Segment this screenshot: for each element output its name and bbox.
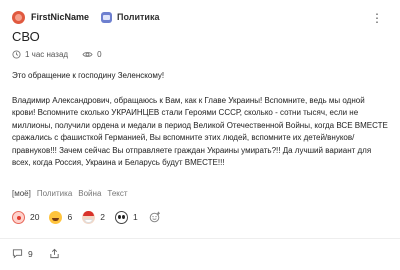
post-card: FirstNicName Политика ⋮ СВО 1 час назад … xyxy=(0,0,400,270)
reaction-count: 20 xyxy=(30,212,40,222)
tag-list: [моё] Политика Война Текст xyxy=(12,189,134,198)
laughing-emoji-icon xyxy=(49,210,63,224)
post-footer: 9 xyxy=(12,248,65,259)
tag-war[interactable]: Война xyxy=(78,189,101,198)
comment-icon[interactable] xyxy=(12,248,23,259)
reaction-laughing[interactable]: 6 xyxy=(49,210,73,224)
reaction-bar: 20 6 2 1 xyxy=(12,210,162,224)
post-meta: 1 час назад 0 xyxy=(12,48,102,60)
reaction-count: 1 xyxy=(132,212,138,222)
reaction-santa[interactable]: 2 xyxy=(82,210,105,224)
clock-icon xyxy=(12,49,21,59)
community-name[interactable]: Политика xyxy=(117,12,159,22)
tag-text[interactable]: Текст xyxy=(107,189,127,198)
community-icon[interactable] xyxy=(101,11,113,23)
post-paragraph: Владимир Александрович, обращаюсь к Вам,… xyxy=(12,95,388,168)
author-name[interactable]: FirstNicName xyxy=(31,12,89,22)
post-title[interactable]: СВО xyxy=(12,29,40,44)
post-time: 1 час назад xyxy=(25,49,69,59)
footer-divider xyxy=(0,238,400,239)
views-count: 0 xyxy=(97,49,102,59)
author-avatar[interactable] xyxy=(12,10,25,24)
more-vertical-icon[interactable]: ⋮ xyxy=(370,11,384,25)
tag-mine[interactable]: [моё] xyxy=(12,189,31,198)
eye-icon xyxy=(82,50,93,59)
post-header: FirstNicName Политика ⋮ xyxy=(12,8,388,26)
panda-emoji-icon xyxy=(114,210,128,224)
post-paragraph: Это обращение к господину Зеленскому! xyxy=(12,71,165,80)
share-icon[interactable] xyxy=(49,248,60,259)
reaction-clown[interactable]: 20 xyxy=(12,210,40,224)
clown-emoji-icon xyxy=(12,210,25,224)
reaction-panda[interactable]: 1 xyxy=(114,210,138,224)
reaction-count: 6 xyxy=(67,212,73,222)
santa-emoji-icon xyxy=(82,210,96,224)
comments-count[interactable]: 9 xyxy=(28,249,33,259)
reaction-count: 2 xyxy=(100,212,105,222)
post-body: Это обращение к господину Зеленскому! Вл… xyxy=(12,70,390,170)
add-reaction-icon[interactable] xyxy=(148,210,162,224)
tag-politics[interactable]: Политика xyxy=(37,189,72,198)
